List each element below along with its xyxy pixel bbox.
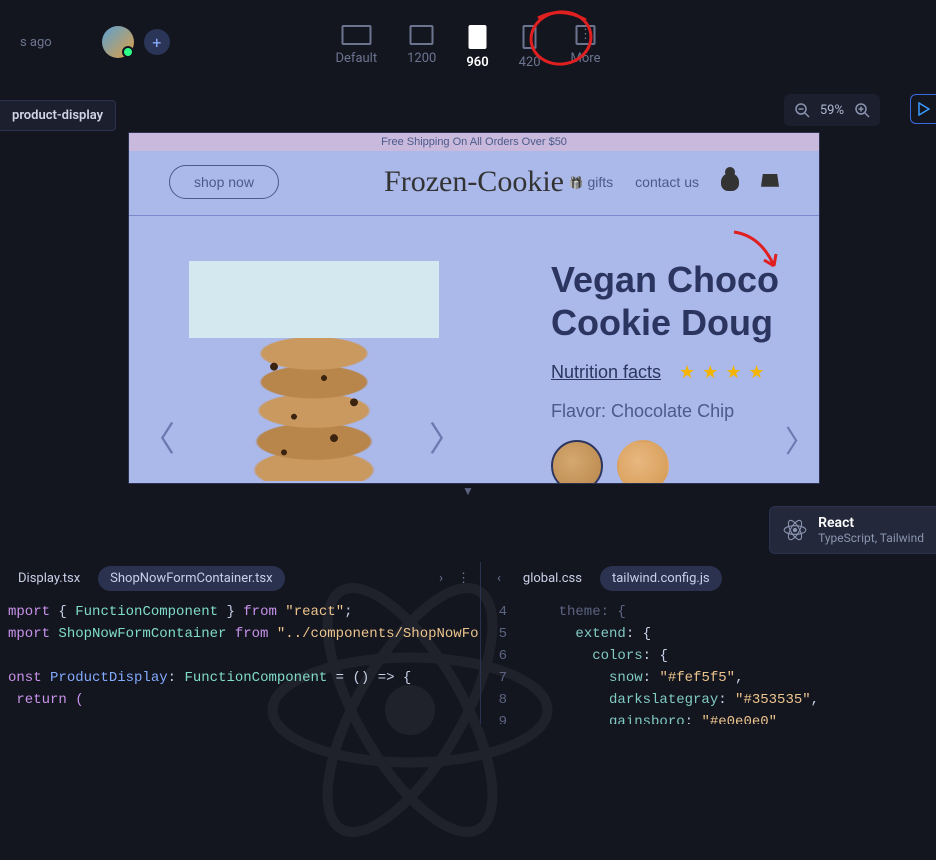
more-devices-icon xyxy=(576,25,596,45)
file-tabs-right: ‹ global.css tailwind.config.js xyxy=(481,562,936,595)
carousel-next[interactable]: 〉 xyxy=(429,412,463,461)
rendered-page: Free Shipping On All Orders Over $50 sho… xyxy=(129,133,819,483)
file-tabs-left: Display.tsx ShopNowFormContainer.tsx › ⋮ xyxy=(0,562,480,595)
framework-title: React xyxy=(818,515,924,531)
file-tab-display[interactable]: Display.tsx xyxy=(6,566,92,591)
zoom-in-icon xyxy=(854,102,870,118)
viewport-default[interactable]: Default xyxy=(336,15,378,66)
editor-area: Display.tsx ShopNowFormContainer.tsx › ⋮… xyxy=(0,562,936,724)
viewport-more[interactable]: More xyxy=(571,15,601,66)
top-toolbar: s ago + Default 1200 960 420 More xyxy=(0,0,936,84)
framework-badge[interactable]: React TypeScript, Tailwind xyxy=(769,506,936,554)
breadcrumb[interactable]: product-display xyxy=(0,100,116,131)
editor-pane-right: ‹ global.css tailwind.config.js 4 theme:… xyxy=(480,562,936,724)
viewport-420[interactable]: 420 xyxy=(519,15,541,70)
product-meta-row: Nutrition facts ★ ★ ★ ★ xyxy=(551,362,820,383)
nav-contact-link[interactable]: contact us xyxy=(635,174,699,190)
zoom-controls: 59% xyxy=(784,94,880,126)
header-nav: gifts contact us xyxy=(569,173,779,191)
code-editor-right[interactable]: 4 theme: { 5 extend: { 6 colors: { 7 sno… xyxy=(481,595,936,724)
carousel-prev[interactable]: 〈 xyxy=(141,412,175,461)
viewport-label: 420 xyxy=(519,55,541,70)
viewport-label: Default xyxy=(336,51,378,66)
tabs-scroll-right[interactable]: › xyxy=(435,571,447,586)
tabs-scroll-left[interactable]: ‹ xyxy=(493,571,505,586)
play-icon xyxy=(918,102,930,116)
add-button[interactable]: + xyxy=(144,29,170,55)
tabs-more-button[interactable]: ⋮ xyxy=(453,571,474,586)
user-avatar[interactable] xyxy=(102,26,134,58)
react-icon xyxy=(782,517,808,543)
viewport-selector: Default 1200 960 420 More xyxy=(336,15,601,70)
viewport-label: 960 xyxy=(466,55,488,70)
flavor-thumbnails xyxy=(551,440,820,484)
nav-gifts-link[interactable]: gifts xyxy=(569,174,614,190)
editor-pane-left: Display.tsx ShopNowFormContainer.tsx › ⋮… xyxy=(0,562,480,724)
zoom-in-button[interactable] xyxy=(852,100,872,120)
viewport-1200[interactable]: 1200 xyxy=(407,15,436,66)
flavor-thumb-1[interactable] xyxy=(551,440,603,484)
cart-icon[interactable] xyxy=(761,174,779,190)
zoom-out-icon xyxy=(794,102,810,118)
site-logo: Frozen-Cookie xyxy=(384,165,564,199)
file-tab-globalcss[interactable]: global.css xyxy=(511,566,594,591)
panel-resize-handle[interactable]: ▼ xyxy=(462,484,474,498)
flavor-thumb-2[interactable] xyxy=(617,440,669,484)
promo-banner: Free Shipping On All Orders Over $50 xyxy=(129,133,819,151)
nutrition-link[interactable]: Nutrition facts xyxy=(551,362,661,383)
product-image xyxy=(189,261,439,481)
shop-now-button[interactable]: shop now xyxy=(169,165,279,199)
product-title: Vegan Choco Cookie Doug xyxy=(551,258,820,344)
flavor-label: Flavor: Chocolate Chip xyxy=(551,401,820,422)
file-tab-shopnow[interactable]: ShopNowFormContainer.tsx xyxy=(98,566,284,591)
desktop-icon xyxy=(341,25,371,45)
laptop-icon xyxy=(410,25,434,45)
framework-subtitle: TypeScript, Tailwind xyxy=(818,531,924,545)
tablet-icon xyxy=(468,25,486,49)
viewport-label: More xyxy=(571,51,601,66)
viewport-960[interactable]: 960 xyxy=(466,15,488,70)
zoom-value: 59% xyxy=(820,103,844,118)
rating-stars: ★ ★ ★ ★ xyxy=(679,362,766,383)
play-button[interactable] xyxy=(910,94,936,124)
account-icon[interactable] xyxy=(721,173,739,191)
file-tab-tailwind[interactable]: tailwind.config.js xyxy=(600,566,722,591)
zoom-out-button[interactable] xyxy=(792,100,812,120)
phone-icon xyxy=(523,25,537,49)
site-header: shop now Frozen-Cookie gifts contact us xyxy=(129,151,819,216)
time-ago-label: s ago xyxy=(20,35,52,50)
hero-section: 〈 〉 〉 Vegan Choco Cookie Doug Nutrition … xyxy=(129,216,819,481)
preview-canvas: Free Shipping On All Orders Over $50 sho… xyxy=(128,132,820,484)
viewport-label: 1200 xyxy=(407,51,436,66)
code-editor-left[interactable]: mport { FunctionComponent } from "react"… xyxy=(0,595,480,711)
product-info: Vegan Choco Cookie Doug Nutrition facts … xyxy=(551,258,820,484)
